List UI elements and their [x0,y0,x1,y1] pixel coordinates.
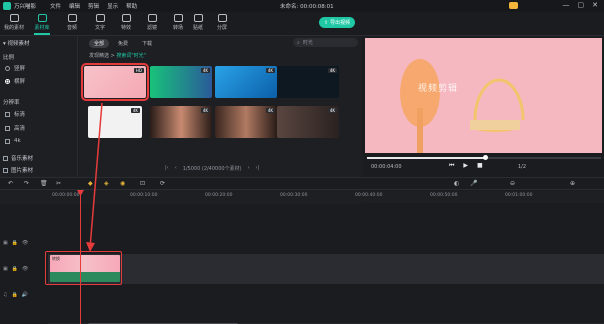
drag-arrow-overlay [86,102,103,252]
app-window: 万兴喵影 文件 编辑 剪辑 显示 帮助 未命名: 00:00:08:01 — ▢… [0,0,604,324]
